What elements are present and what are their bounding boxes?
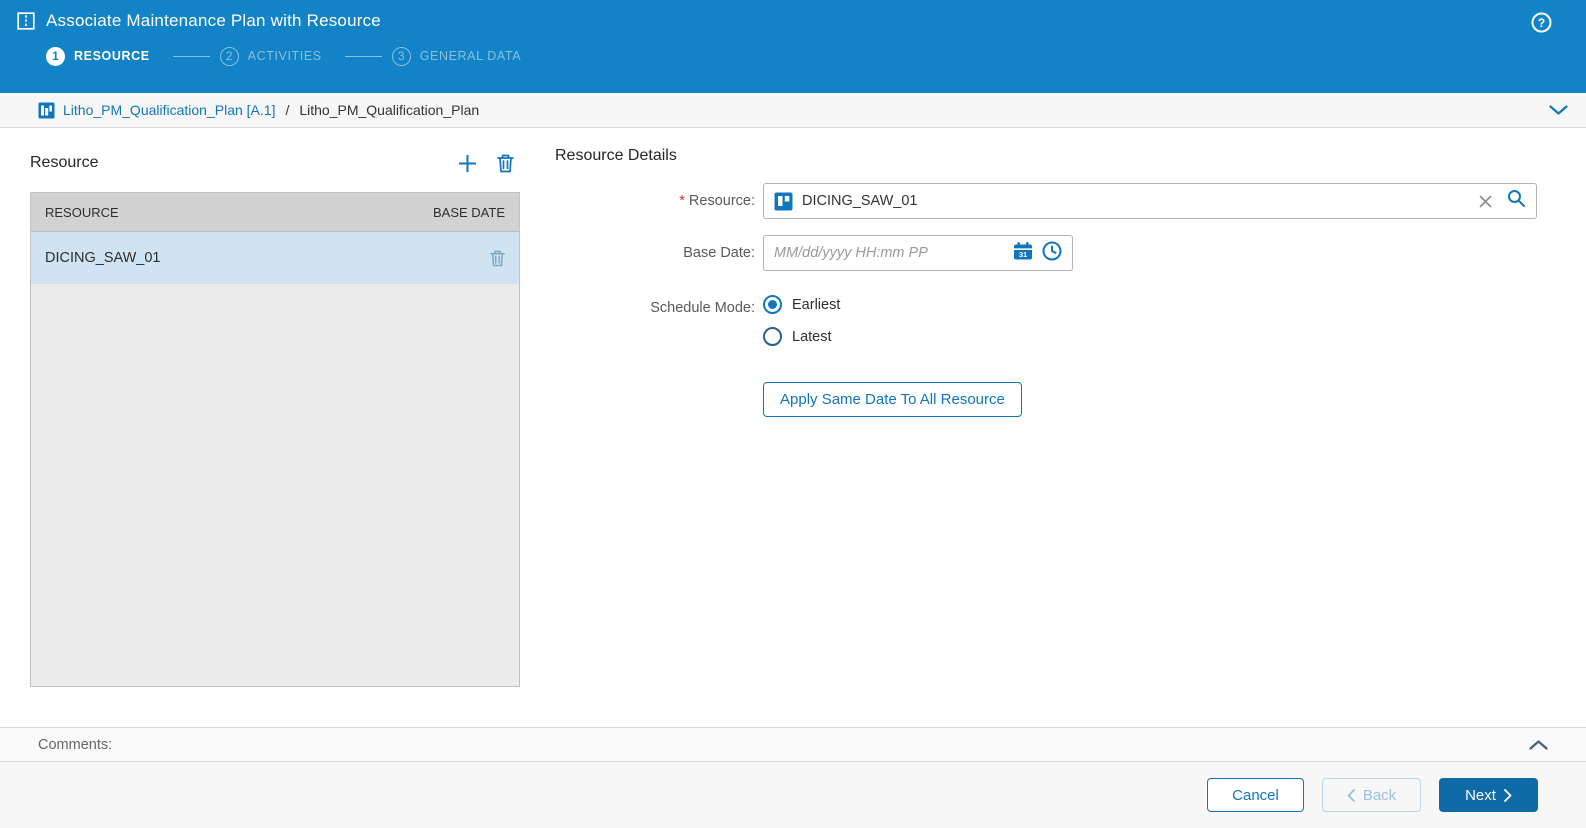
resource-type-icon [774, 192, 793, 210]
radio-latest-control[interactable] [763, 327, 782, 346]
step-number: 1 [46, 46, 65, 66]
comments-section: Comments: [0, 727, 1586, 761]
column-header-base-date: BASE DATE [432, 204, 505, 220]
svg-text:?: ? [1538, 16, 1545, 30]
resource-input-field [763, 183, 1537, 219]
step-resource[interactable]: 1 RESOURCE [46, 46, 150, 66]
step-connector [172, 55, 210, 57]
radio-earliest-label: Earliest [792, 296, 841, 313]
clock-icon[interactable] [1042, 241, 1062, 266]
resource-input[interactable] [802, 193, 1464, 209]
step-label: RESOURCE [74, 49, 150, 63]
column-header-resource: RESOURCE [45, 204, 119, 220]
main-content: Resource RESOURCE BASE DATE DICING_SAW_0… [0, 129, 1586, 727]
base-date-field-row: Base Date: 31 [555, 235, 1537, 271]
chevron-down-icon[interactable] [1549, 104, 1568, 116]
base-date-field-label: Base Date: [683, 245, 755, 261]
breadcrumb: Litho_PM_Qualification_Plan [A.1] / Lith… [0, 93, 1586, 128]
table-empty-area [31, 284, 519, 686]
breadcrumb-separator: / [285, 102, 290, 118]
chevron-left-icon [1347, 788, 1355, 802]
step-label: ACTIVITIES [247, 49, 322, 63]
resource-panel-title: Resource [30, 154, 99, 171]
svg-text:31: 31 [1019, 249, 1027, 258]
required-asterisk: * [679, 193, 685, 209]
table-row[interactable]: DICING_SAW_01 [31, 232, 519, 284]
breadcrumb-current: Litho_PM_Qualification_Plan [299, 102, 480, 118]
resource-list-panel: Resource RESOURCE BASE DATE DICING_SAW_0… [30, 147, 520, 687]
step-connector [344, 55, 382, 57]
apply-row: Apply Same Date To All Resource [763, 382, 1537, 417]
add-resource-button[interactable] [458, 154, 477, 173]
resource-table: RESOURCE BASE DATE DICING_SAW_01 [30, 192, 520, 687]
cancel-button[interactable]: Cancel [1207, 778, 1304, 812]
comments-label: Comments: [38, 736, 113, 753]
step-general-data[interactable]: 3 GENERAL DATA [391, 46, 522, 66]
delete-resource-button[interactable] [497, 154, 514, 173]
resource-field-row: * Resource: [555, 183, 1537, 219]
chevron-up-icon[interactable] [1529, 739, 1548, 750]
step-number: 3 [391, 46, 411, 66]
clear-icon[interactable] [1473, 195, 1498, 208]
step-activities[interactable]: 2 ACTIVITIES [219, 46, 322, 66]
chevron-right-icon [1504, 788, 1512, 802]
page-title: Associate Maintenance Plan with Resource [46, 11, 381, 30]
app-header: Associate Maintenance Plan with Resource… [0, 0, 1586, 93]
resource-field-label: * Resource: [679, 193, 755, 209]
next-button[interactable]: Next [1439, 778, 1538, 812]
associate-plan-icon [17, 12, 35, 30]
wizard-footer: Cancel Back Next [0, 761, 1586, 828]
search-icon[interactable] [1507, 189, 1526, 213]
radio-earliest-control[interactable] [763, 295, 782, 314]
details-panel-title: Resource Details [555, 147, 677, 164]
radio-latest[interactable]: Latest [763, 327, 840, 346]
resource-table-header: RESOURCE BASE DATE [31, 193, 519, 232]
breadcrumb-link-plan[interactable]: Litho_PM_Qualification_Plan [A.1] [63, 102, 275, 118]
row-resource-value: DICING_SAW_01 [45, 250, 161, 266]
step-number: 2 [219, 46, 239, 66]
schedule-mode-row: Schedule Mode: Earliest Latest [555, 295, 1537, 346]
back-button-label: Back [1362, 786, 1397, 804]
step-label: GENERAL DATA [419, 49, 522, 63]
schedule-mode-label: Schedule Mode: [650, 300, 755, 316]
apply-same-date-button[interactable]: Apply Same Date To All Resource [763, 382, 1022, 417]
wizard-stepper: 1 RESOURCE 2 ACTIVITIES 3 GENERAL DATA [46, 43, 1586, 69]
next-button-label: Next [1465, 786, 1496, 804]
base-date-input[interactable] [774, 245, 1004, 261]
back-button[interactable]: Back [1322, 778, 1421, 812]
calendar-icon[interactable]: 31 [1013, 241, 1033, 266]
base-date-input-field: 31 [763, 235, 1073, 271]
plan-icon [38, 102, 55, 119]
help-icon[interactable]: ? [1531, 12, 1552, 33]
row-delete-icon[interactable] [490, 250, 505, 267]
resource-details-panel: Resource Details * Resource: DICING_SAW_… [555, 147, 1537, 417]
radio-earliest[interactable]: Earliest [763, 295, 840, 314]
radio-latest-label: Latest [792, 328, 832, 345]
